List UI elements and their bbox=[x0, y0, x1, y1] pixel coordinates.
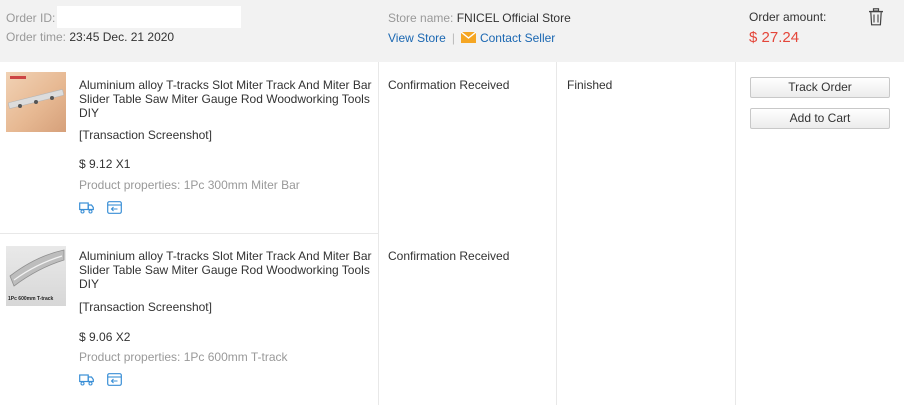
add-to-cart-button[interactable]: Add to Cart bbox=[750, 108, 890, 129]
column-divider bbox=[735, 62, 736, 405]
product-thumbnail[interactable] bbox=[6, 72, 66, 132]
contact-seller-link[interactable]: Contact Seller bbox=[480, 31, 555, 45]
transaction-screenshot-link[interactable]: [Transaction Screenshot] bbox=[79, 300, 212, 314]
return-box-icon[interactable] bbox=[107, 201, 123, 214]
order-amount-value: $ 27.24 bbox=[749, 29, 800, 46]
column-divider bbox=[378, 62, 379, 405]
product-price: $ 9.06 X2 bbox=[79, 330, 131, 344]
track-order-button[interactable]: Track Order bbox=[750, 77, 890, 98]
store-links: View Store | Contact Seller bbox=[388, 31, 555, 45]
item-action-icons bbox=[79, 373, 132, 387]
return-box-icon[interactable] bbox=[107, 373, 123, 386]
trash-icon[interactable] bbox=[868, 8, 884, 26]
link-separator: | bbox=[451, 31, 455, 45]
product-title[interactable]: Aluminium alloy T-tracks Slot Miter Trac… bbox=[79, 249, 374, 291]
item-status: Confirmation Received bbox=[388, 249, 510, 263]
order-time-value: 23:45 Dec. 21 2020 bbox=[69, 30, 175, 44]
item-status: Confirmation Received bbox=[388, 78, 510, 92]
product-thumbnail[interactable]: 1Pc 600mm T-track bbox=[6, 246, 66, 306]
order-id-label: Order ID: bbox=[6, 11, 56, 26]
product-properties: Product properties: 1Pc 300mm Miter Bar bbox=[79, 178, 300, 192]
order-time-label: Order time: bbox=[6, 30, 67, 44]
row-divider bbox=[0, 233, 378, 234]
view-store-link[interactable]: View Store bbox=[388, 31, 446, 45]
store-name-label: Store name: bbox=[388, 11, 454, 25]
order-status: Finished bbox=[567, 78, 613, 92]
item-action-icons bbox=[79, 201, 132, 215]
product-properties: Product properties: 1Pc 600mm T-track bbox=[79, 350, 288, 364]
order-header: Order ID: Order time: 23:45 Dec. 21 2020… bbox=[0, 0, 904, 62]
mail-icon bbox=[460, 32, 476, 43]
order-id: Order ID: bbox=[6, 6, 242, 28]
transaction-screenshot-link[interactable]: [Transaction Screenshot] bbox=[79, 128, 212, 142]
thumbnail-caption: 1Pc 600mm T-track bbox=[8, 296, 54, 302]
product-price: $ 9.12 X1 bbox=[79, 157, 131, 171]
order-time: Order time: 23:45 Dec. 21 2020 bbox=[6, 30, 174, 44]
order-amount-label: Order amount: bbox=[749, 10, 827, 24]
shipping-truck-icon[interactable] bbox=[79, 373, 94, 386]
shipping-truck-icon[interactable] bbox=[79, 201, 94, 214]
store-name-value: FNICEL Official Store bbox=[456, 11, 571, 25]
order-id-redacted bbox=[57, 6, 242, 28]
column-divider bbox=[556, 62, 557, 405]
store-name: Store name: FNICEL Official Store bbox=[388, 11, 571, 25]
product-title[interactable]: Aluminium alloy T-tracks Slot Miter Trac… bbox=[79, 78, 374, 120]
